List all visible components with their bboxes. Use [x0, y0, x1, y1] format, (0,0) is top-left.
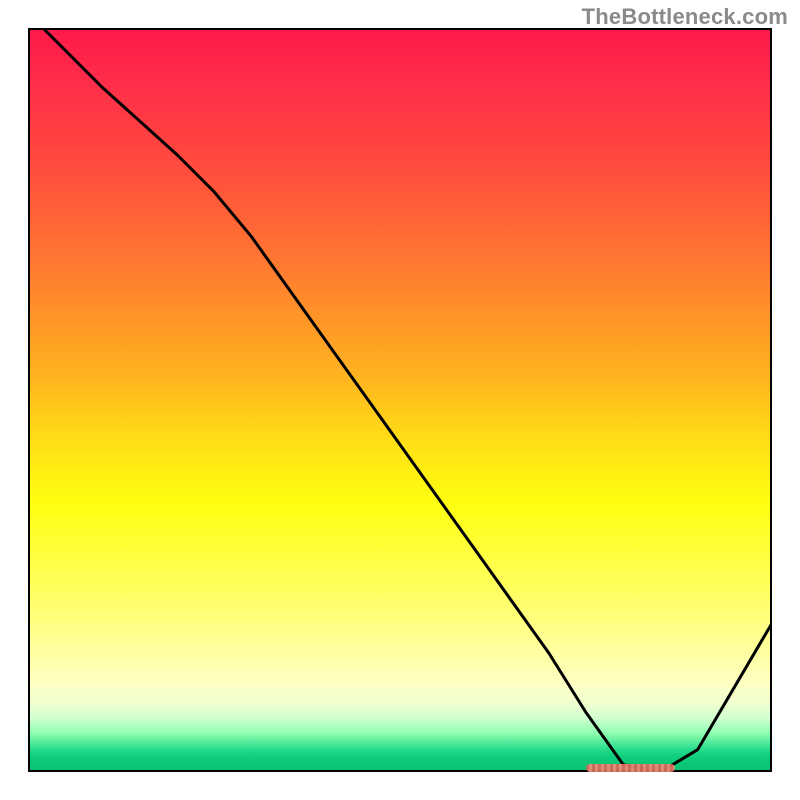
- heatmap-gradient: [28, 28, 772, 772]
- watermark-text: TheBottleneck.com: [582, 4, 788, 30]
- chart-container: TheBottleneck.com: [0, 0, 800, 800]
- plot-area: [28, 28, 772, 772]
- optimal-range-marker: [586, 764, 675, 772]
